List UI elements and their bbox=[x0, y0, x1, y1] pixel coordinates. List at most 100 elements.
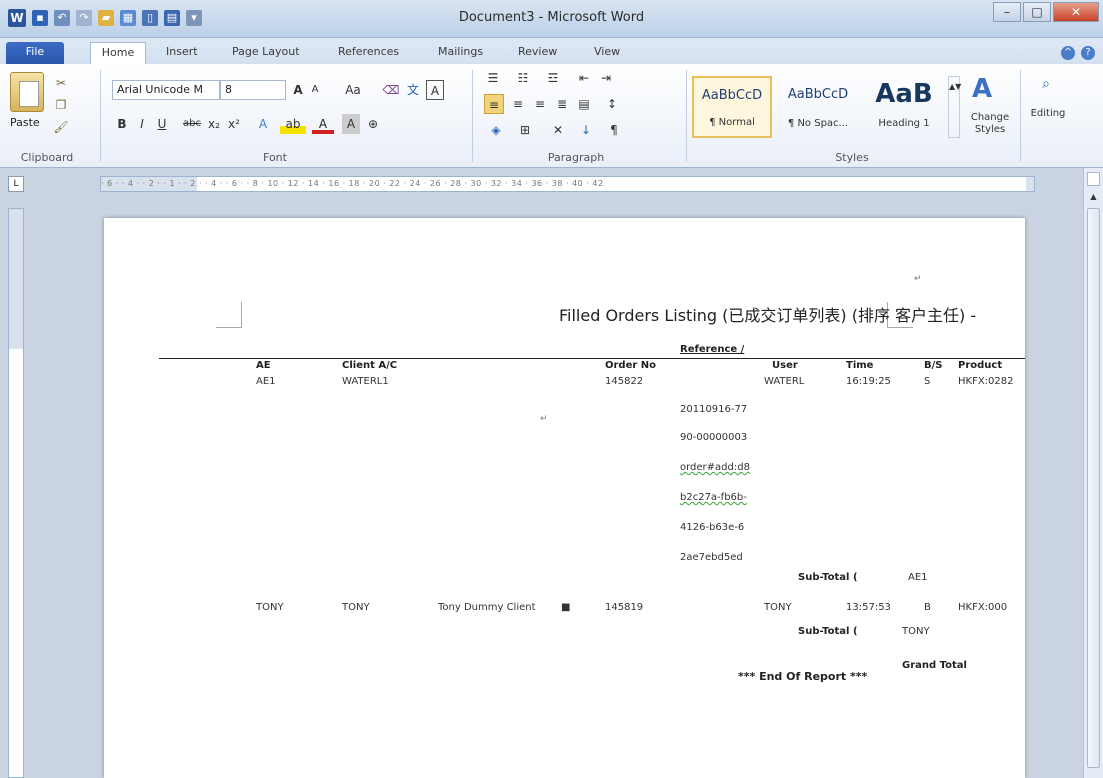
reference-line: 2ae7ebd5ed bbox=[680, 552, 743, 560]
grand-total-label: Grand Total bbox=[902, 660, 967, 671]
clear-formatting-icon[interactable]: ⌫ bbox=[382, 80, 400, 100]
line-spacing-icon[interactable]: ↕ bbox=[600, 94, 624, 114]
group-divider bbox=[100, 70, 101, 162]
numbering-icon[interactable]: ☷ bbox=[510, 68, 536, 88]
tab-insert[interactable]: Insert bbox=[166, 42, 198, 64]
phonetic-guide-icon[interactable]: 文 bbox=[404, 80, 422, 100]
font-name-box[interactable]: Arial Unicode M bbox=[112, 80, 220, 100]
tab-view[interactable]: View bbox=[594, 42, 620, 64]
distributed-icon[interactable]: ▤ bbox=[574, 94, 594, 114]
close-button[interactable]: ✕ bbox=[1053, 2, 1099, 22]
justify-icon[interactable]: ≣ bbox=[552, 94, 572, 114]
decrease-indent-icon[interactable]: ⇤ bbox=[574, 68, 594, 88]
borders-icon[interactable]: ⊞ bbox=[512, 120, 538, 140]
crop-mark-left bbox=[216, 302, 242, 328]
copy-icon[interactable]: ❐ bbox=[52, 98, 70, 112]
group-divider bbox=[472, 70, 473, 162]
tab-file[interactable]: File bbox=[6, 42, 64, 64]
ribbon-tabs: File Home Insert Page Layout References … bbox=[0, 38, 1103, 64]
style-normal[interactable]: AaBbCcD ¶ Normal bbox=[692, 76, 772, 138]
bold-button[interactable]: B bbox=[114, 114, 130, 134]
superscript-button[interactable]: x² bbox=[226, 114, 242, 134]
tab-selector[interactable]: L bbox=[8, 176, 24, 192]
shrink-font-icon[interactable]: A bbox=[308, 80, 322, 100]
row2-user: TONY bbox=[764, 602, 792, 613]
font-size-box[interactable]: 8 bbox=[220, 80, 286, 100]
end-of-report: *** End Of Report *** bbox=[738, 670, 868, 683]
style-heading-1[interactable]: AaB Heading 1 bbox=[862, 76, 946, 138]
ruler-marks: · 6 · · 4 · · 2 · · 1 · · 2 · · 4 · · 6 … bbox=[101, 179, 604, 188]
change-case-icon[interactable]: Aa bbox=[340, 80, 366, 100]
italic-button[interactable]: I bbox=[134, 114, 150, 134]
character-shading-icon[interactable]: A bbox=[342, 114, 360, 134]
tab-review[interactable]: Review bbox=[518, 42, 557, 64]
paste-icon[interactable] bbox=[10, 72, 44, 112]
styles-group-label: Styles bbox=[835, 151, 869, 164]
maximize-button[interactable]: □ bbox=[1023, 2, 1051, 22]
style-no-spacing[interactable]: AaBbCcD ¶ No Spac... bbox=[776, 76, 860, 138]
style-sample: AaBbCcD bbox=[787, 87, 849, 102]
asian-layout-icon[interactable]: ✕ bbox=[546, 120, 570, 140]
window-title: Document3 - Microsoft Word bbox=[458, 10, 645, 25]
bullets-icon[interactable]: ☰ bbox=[480, 68, 506, 88]
highlight-color-icon[interactable]: ab bbox=[280, 114, 306, 134]
row1-user: WATERL bbox=[764, 376, 805, 387]
change-styles-icon[interactable]: A bbox=[972, 74, 992, 104]
paste-button-label[interactable]: Paste bbox=[10, 116, 40, 129]
row1-ae: AE1 bbox=[256, 376, 276, 387]
row2-client: TONY bbox=[342, 602, 370, 613]
reference-header: Reference / bbox=[680, 344, 745, 355]
styles-scroll-icon[interactable]: ▲▼ bbox=[948, 76, 961, 138]
tab-mailings[interactable]: Mailings bbox=[438, 42, 483, 64]
subscript-button[interactable]: x₂ bbox=[206, 114, 222, 134]
minimize-ribbon-icon[interactable]: ^ bbox=[1061, 46, 1075, 60]
subtotal-value: AE1 bbox=[908, 572, 928, 583]
align-left-icon[interactable]: ≡ bbox=[484, 94, 504, 114]
underline-button[interactable]: U bbox=[154, 114, 170, 134]
reference-line: order#add:d8 bbox=[680, 462, 750, 473]
document-page[interactable]: ↵ Filled Orders Listing (已成交订单列表) (排序 客户… bbox=[104, 218, 1025, 778]
binoculars-icon[interactable]: ⌕ bbox=[1034, 74, 1058, 94]
cut-icon[interactable]: ✂ bbox=[52, 76, 70, 90]
row2-flag: ■ bbox=[561, 602, 571, 613]
align-center-icon[interactable]: ≡ bbox=[508, 94, 528, 114]
help-icon[interactable]: ? bbox=[1081, 46, 1095, 60]
ribbon-home: Paste ✂ ❐ 🖌 Clipboard Arial Unicode M 8 … bbox=[0, 64, 1103, 168]
tab-references[interactable]: References bbox=[338, 42, 399, 64]
column-header-ae: AE bbox=[256, 360, 271, 371]
minimize-button[interactable]: – bbox=[993, 2, 1021, 22]
tab-page-layout[interactable]: Page Layout bbox=[232, 42, 300, 64]
style-sample: AaB bbox=[875, 79, 933, 109]
align-right-icon[interactable]: ≡ bbox=[530, 94, 550, 114]
font-color-icon[interactable]: A bbox=[312, 114, 334, 134]
character-border-icon[interactable]: A bbox=[426, 80, 444, 100]
scroll-up-icon[interactable]: ▲ bbox=[1087, 192, 1100, 204]
paragraph-mark: ↵ bbox=[914, 274, 922, 284]
help-area: ^ ? bbox=[1061, 46, 1095, 60]
title-bar: W ▪ ↶ ↷ ▰ ▦ ▯ ▤ ▾ Document3 - Microsoft … bbox=[0, 0, 1103, 38]
row2-ae: TONY bbox=[256, 602, 284, 613]
strikethrough-button[interactable]: abc bbox=[180, 114, 204, 134]
sort-icon[interactable]: ↓ bbox=[576, 120, 596, 140]
increase-indent-icon[interactable]: ⇥ bbox=[596, 68, 616, 88]
group-divider bbox=[686, 70, 687, 162]
horizontal-ruler[interactable]: · 6 · · 4 · · 2 · · 1 · · 2 · · 4 · · 6 … bbox=[100, 176, 1035, 192]
change-styles-button[interactable]: Change Styles bbox=[962, 112, 1018, 138]
ruler-margin-right bbox=[1026, 177, 1034, 191]
view-ruler-toggle[interactable] bbox=[1087, 172, 1100, 186]
vertical-ruler[interactable] bbox=[8, 208, 24, 778]
tab-home[interactable]: Home bbox=[90, 42, 146, 64]
enclose-characters-icon[interactable]: ⊕ bbox=[364, 114, 382, 134]
scroll-thumb[interactable] bbox=[1087, 208, 1100, 768]
show-formatting-icon[interactable]: ¶ bbox=[604, 120, 624, 140]
vertical-scrollbar[interactable]: ▲ bbox=[1083, 168, 1103, 778]
row1-time: 16:19:25 bbox=[846, 376, 891, 387]
shading-icon[interactable]: ◈ bbox=[484, 120, 508, 140]
multilevel-list-icon[interactable]: ☲ bbox=[540, 68, 566, 88]
editing-button[interactable]: Editing bbox=[1026, 104, 1070, 124]
row2-client-name: Tony Dummy Client bbox=[438, 602, 536, 613]
format-painter-icon[interactable]: 🖌 bbox=[52, 120, 70, 134]
text-effects-icon[interactable]: A bbox=[252, 114, 274, 134]
grow-font-icon[interactable]: A bbox=[290, 80, 306, 100]
column-header-product: Product bbox=[958, 360, 1003, 371]
